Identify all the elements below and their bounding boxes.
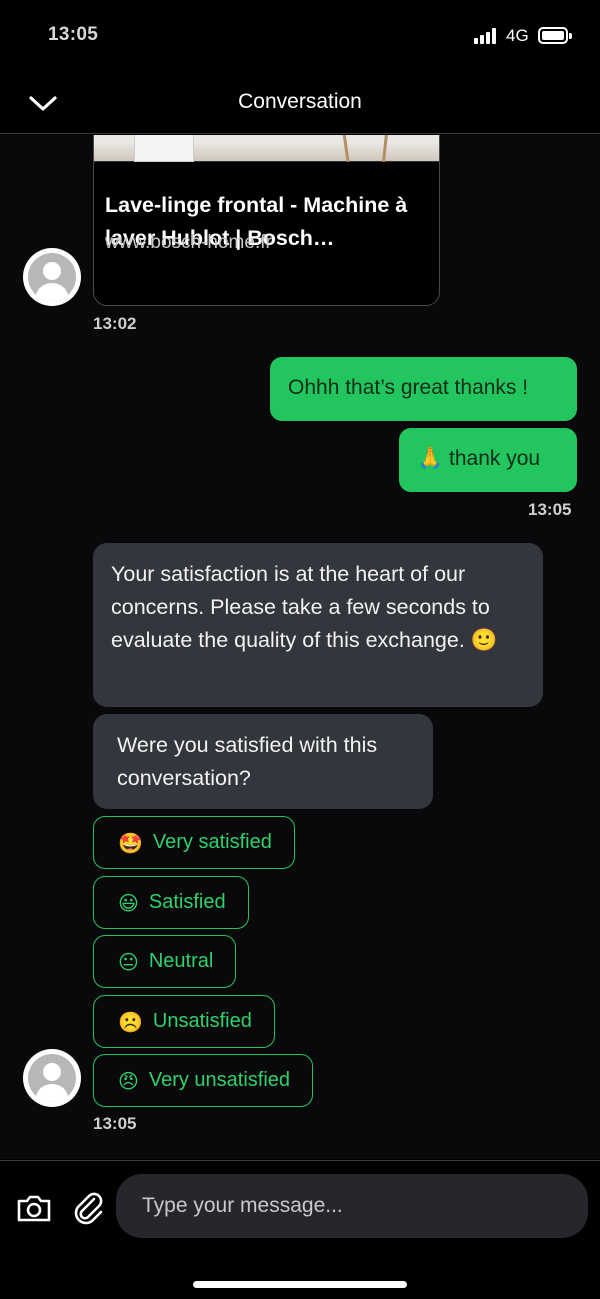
link-preview-url: www.bosch-home.fr [105, 232, 272, 253]
outgoing-message: 🙏 thank you [399, 428, 577, 492]
conversation-header: Conversation [0, 72, 600, 134]
message-list[interactable]: Lave-linge frontal - Machine à laver Hub… [0, 135, 600, 1159]
quick-reply-neutral[interactable]: 😐 Neutral [93, 935, 237, 988]
quick-reply-satisfied[interactable]: 😃 Satisfied [93, 876, 249, 929]
incoming-message: Your satisfaction is at the heart of our… [93, 543, 543, 707]
message-timestamp: 13:05 [528, 500, 572, 519]
link-preview-image [94, 135, 439, 163]
outgoing-message: Ohhh that’s great thanks ! [270, 357, 577, 421]
network-label: 4G [506, 26, 529, 45]
smiley-icon: 😃 [118, 890, 139, 915]
neutral-face-icon: 😐 [118, 949, 139, 974]
quick-reply-label: Satisfied [148, 891, 226, 913]
battery-icon [538, 27, 572, 44]
message-text: Were you satisfied with this conversatio… [117, 733, 378, 790]
signal-icon [474, 28, 496, 44]
agent-avatar [23, 248, 81, 306]
message-composer [0, 1160, 600, 1299]
paperclip-icon[interactable] [72, 1191, 104, 1225]
link-preview-card[interactable]: Lave-linge frontal - Machine à laver Hub… [93, 135, 440, 306]
status-bar: 13:05 4G [0, 0, 600, 72]
star-struck-icon: 🤩 [118, 830, 143, 855]
quick-reply-unsatisfied[interactable]: ☹️ Unsatisfied [93, 995, 275, 1048]
incoming-message: Were you satisfied with this conversatio… [93, 714, 433, 809]
quick-reply-label: Neutral [148, 950, 214, 972]
message-input[interactable] [116, 1174, 588, 1238]
angry-face-icon: 😠 [118, 1068, 139, 1093]
message-text: Your satisfaction is at the heart of our… [111, 562, 498, 652]
page-title: Conversation [238, 90, 362, 113]
quick-reply-label: Very satisfied [152, 831, 272, 853]
message-timestamp: 13:05 [93, 1114, 137, 1133]
frowning-face-icon: ☹️ [118, 1009, 143, 1034]
quick-reply-label: Unsatisfied [152, 1010, 252, 1032]
message-text: thank you [449, 447, 541, 470]
quick-reply-very-unsatisfied[interactable]: 😠 Very unsatisfied [93, 1054, 314, 1107]
quick-reply-label: Very unsatisfied [148, 1069, 291, 1091]
home-indicator[interactable] [193, 1281, 407, 1288]
status-time: 13:05 [48, 24, 99, 45]
praying-hands-emoji: 🙏 [417, 446, 444, 470]
message-timestamp: 13:02 [93, 314, 137, 333]
message-text: Ohhh that’s great thanks ! [288, 376, 529, 399]
quick-reply-very-satisfied[interactable]: 🤩 Very satisfied [93, 816, 295, 869]
camera-icon[interactable] [16, 1192, 52, 1224]
agent-avatar [23, 1049, 81, 1107]
